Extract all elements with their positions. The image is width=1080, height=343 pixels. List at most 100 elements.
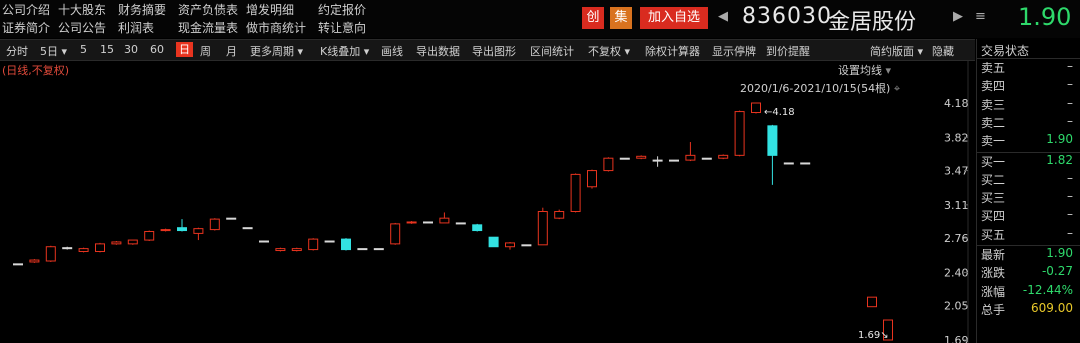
- top-info-bar: 公司介绍 十大股东 财务摘要 资产负债表 增发明细 约定报价证券简介 公司公告 利润表 现金流量…: [0, 0, 1080, 38]
- candle: [488, 236, 499, 248]
- top-link[interactable]: 约定报价: [318, 1, 366, 18]
- panel-row-value: -12.44%: [1022, 282, 1073, 297]
- panel-row-label: 买一: [981, 154, 1006, 169]
- panel-row-label: 买四: [981, 209, 1006, 224]
- top-link[interactable]: 做市商统计: [246, 19, 306, 36]
- toolbar-item[interactable]: 显示停牌: [712, 43, 756, 59]
- list-icon[interactable]: ≡: [975, 9, 986, 24]
- toolbar-item[interactable]: 除权计算器: [645, 43, 700, 59]
- candle: [570, 173, 581, 213]
- toolbar-item[interactable]: K线叠加 ▾: [320, 43, 369, 59]
- prev-stock-icon[interactable]: ◀: [718, 9, 728, 24]
- ji-tag[interactable]: 集: [610, 7, 632, 29]
- panel-row-label: 买五: [981, 227, 1006, 242]
- toolbar-item[interactable]: 日: [176, 42, 193, 57]
- high-marker-label: ←4.18: [764, 107, 795, 118]
- toolbar-item[interactable]: 5: [80, 43, 87, 56]
- panel-row: 总手 609.00: [981, 301, 1077, 318]
- panel-row-label: 涨幅: [981, 284, 1006, 299]
- toolbar-item[interactable]: 导出图形: [472, 43, 516, 59]
- kline-chart[interactable]: 4.183.823.473.112.762.402.051.69 ←4.18 1.…: [0, 60, 975, 343]
- candle: [800, 162, 811, 165]
- top-link[interactable]: 利润表: [118, 19, 154, 36]
- toolbar-item[interactable]: 更多周期 ▾: [250, 43, 303, 59]
- stock-price: 1.90: [1018, 3, 1072, 31]
- candle: [144, 230, 155, 241]
- top-link[interactable]: 公司公告: [58, 19, 106, 36]
- candle: [455, 222, 466, 225]
- panel-row-value: -0.27: [1041, 264, 1073, 279]
- top-link[interactable]: 证券简介: [2, 19, 50, 36]
- candle: [111, 241, 122, 245]
- panel-row-label: 最新: [981, 248, 1006, 262]
- candle: [13, 263, 23, 266]
- candle: [439, 217, 450, 224]
- toolbar-item[interactable]: 5日 ▾: [40, 43, 67, 59]
- panel-row-value: –: [1067, 113, 1073, 128]
- chuang-tag[interactable]: 创: [582, 7, 604, 29]
- add-watchlist-button[interactable]: 加入自选: [640, 7, 708, 29]
- top-link[interactable]: 资产负债表: [178, 1, 238, 18]
- candle: [95, 243, 105, 252]
- panel-row-value: –: [1067, 207, 1073, 222]
- candle-group: [13, 102, 893, 341]
- panel-row-value: –: [1067, 189, 1073, 204]
- candle: [62, 247, 73, 250]
- toolbar-item[interactable]: 隐藏: [932, 43, 954, 59]
- candle: [734, 111, 745, 156]
- panel-row: 涨幅 -12.44%: [981, 283, 1077, 300]
- top-link[interactable]: 十大股东: [58, 1, 106, 18]
- panel-row: 买三 –: [981, 189, 1077, 206]
- panel-row: 涨跌 -0.27: [981, 264, 1077, 281]
- stock-code: 836030: [742, 4, 832, 29]
- toolbar-item[interactable]: 周: [200, 43, 211, 59]
- toolbar-item[interactable]: 分时: [6, 43, 28, 59]
- next-stock-icon[interactable]: ▶: [953, 9, 963, 24]
- panel-row-label: 卖一: [981, 134, 1006, 149]
- top-link[interactable]: 财务摘要: [118, 1, 166, 18]
- candle: [308, 238, 319, 251]
- candle: [685, 154, 696, 161]
- candle: [652, 159, 663, 162]
- top-link[interactable]: 公司介绍: [2, 1, 50, 18]
- toolbar-item[interactable]: 30: [124, 43, 138, 56]
- panel-row-label: 卖三: [981, 97, 1006, 112]
- candle: [767, 125, 778, 156]
- candle: [423, 221, 433, 224]
- candle: [406, 221, 417, 224]
- top-link[interactable]: 转让意向: [318, 19, 366, 36]
- panel-row-value: –: [1067, 59, 1073, 73]
- toolbar-item[interactable]: 到价提醒: [766, 43, 810, 59]
- candle: [751, 102, 761, 114]
- candle: [505, 242, 515, 248]
- top-link[interactable]: 增发明细: [246, 1, 294, 18]
- top-link[interactable]: 现金流量表: [178, 19, 238, 36]
- candle: [603, 157, 614, 172]
- toolbar-item[interactable]: 区间统计: [530, 43, 574, 59]
- candle: [193, 228, 204, 234]
- candle: [701, 157, 712, 160]
- toolbar-item[interactable]: 简约版面 ▾: [870, 43, 923, 59]
- panel-row: 卖二 –: [981, 114, 1077, 131]
- toolbar-item[interactable]: 15: [100, 43, 114, 56]
- panel-row-label: 卖二: [981, 115, 1006, 130]
- toolbar-item[interactable]: 导出数据: [416, 43, 460, 59]
- candle: [259, 240, 269, 243]
- panel-row: 买二 –: [981, 171, 1077, 188]
- toolbar-item[interactable]: 画线: [381, 43, 403, 59]
- toolbar-item[interactable]: 60: [150, 43, 164, 56]
- panel-row-value: 609.00: [1031, 300, 1073, 315]
- candle: [554, 211, 565, 219]
- panel-row-label: 涨跌: [981, 266, 1006, 281]
- candle: [867, 296, 877, 308]
- candle: [78, 248, 89, 252]
- panel-title: 交易状态: [981, 44, 1030, 58]
- candle: [29, 259, 40, 263]
- toolbar-item[interactable]: 月: [226, 43, 237, 59]
- toolbar-item[interactable]: 不复权 ▾: [588, 43, 630, 59]
- panel-row-label: 卖四: [981, 79, 1006, 94]
- candle: [275, 248, 286, 252]
- panel-row: 卖四 –: [981, 77, 1077, 94]
- candle: [357, 248, 368, 251]
- candle: [373, 248, 384, 251]
